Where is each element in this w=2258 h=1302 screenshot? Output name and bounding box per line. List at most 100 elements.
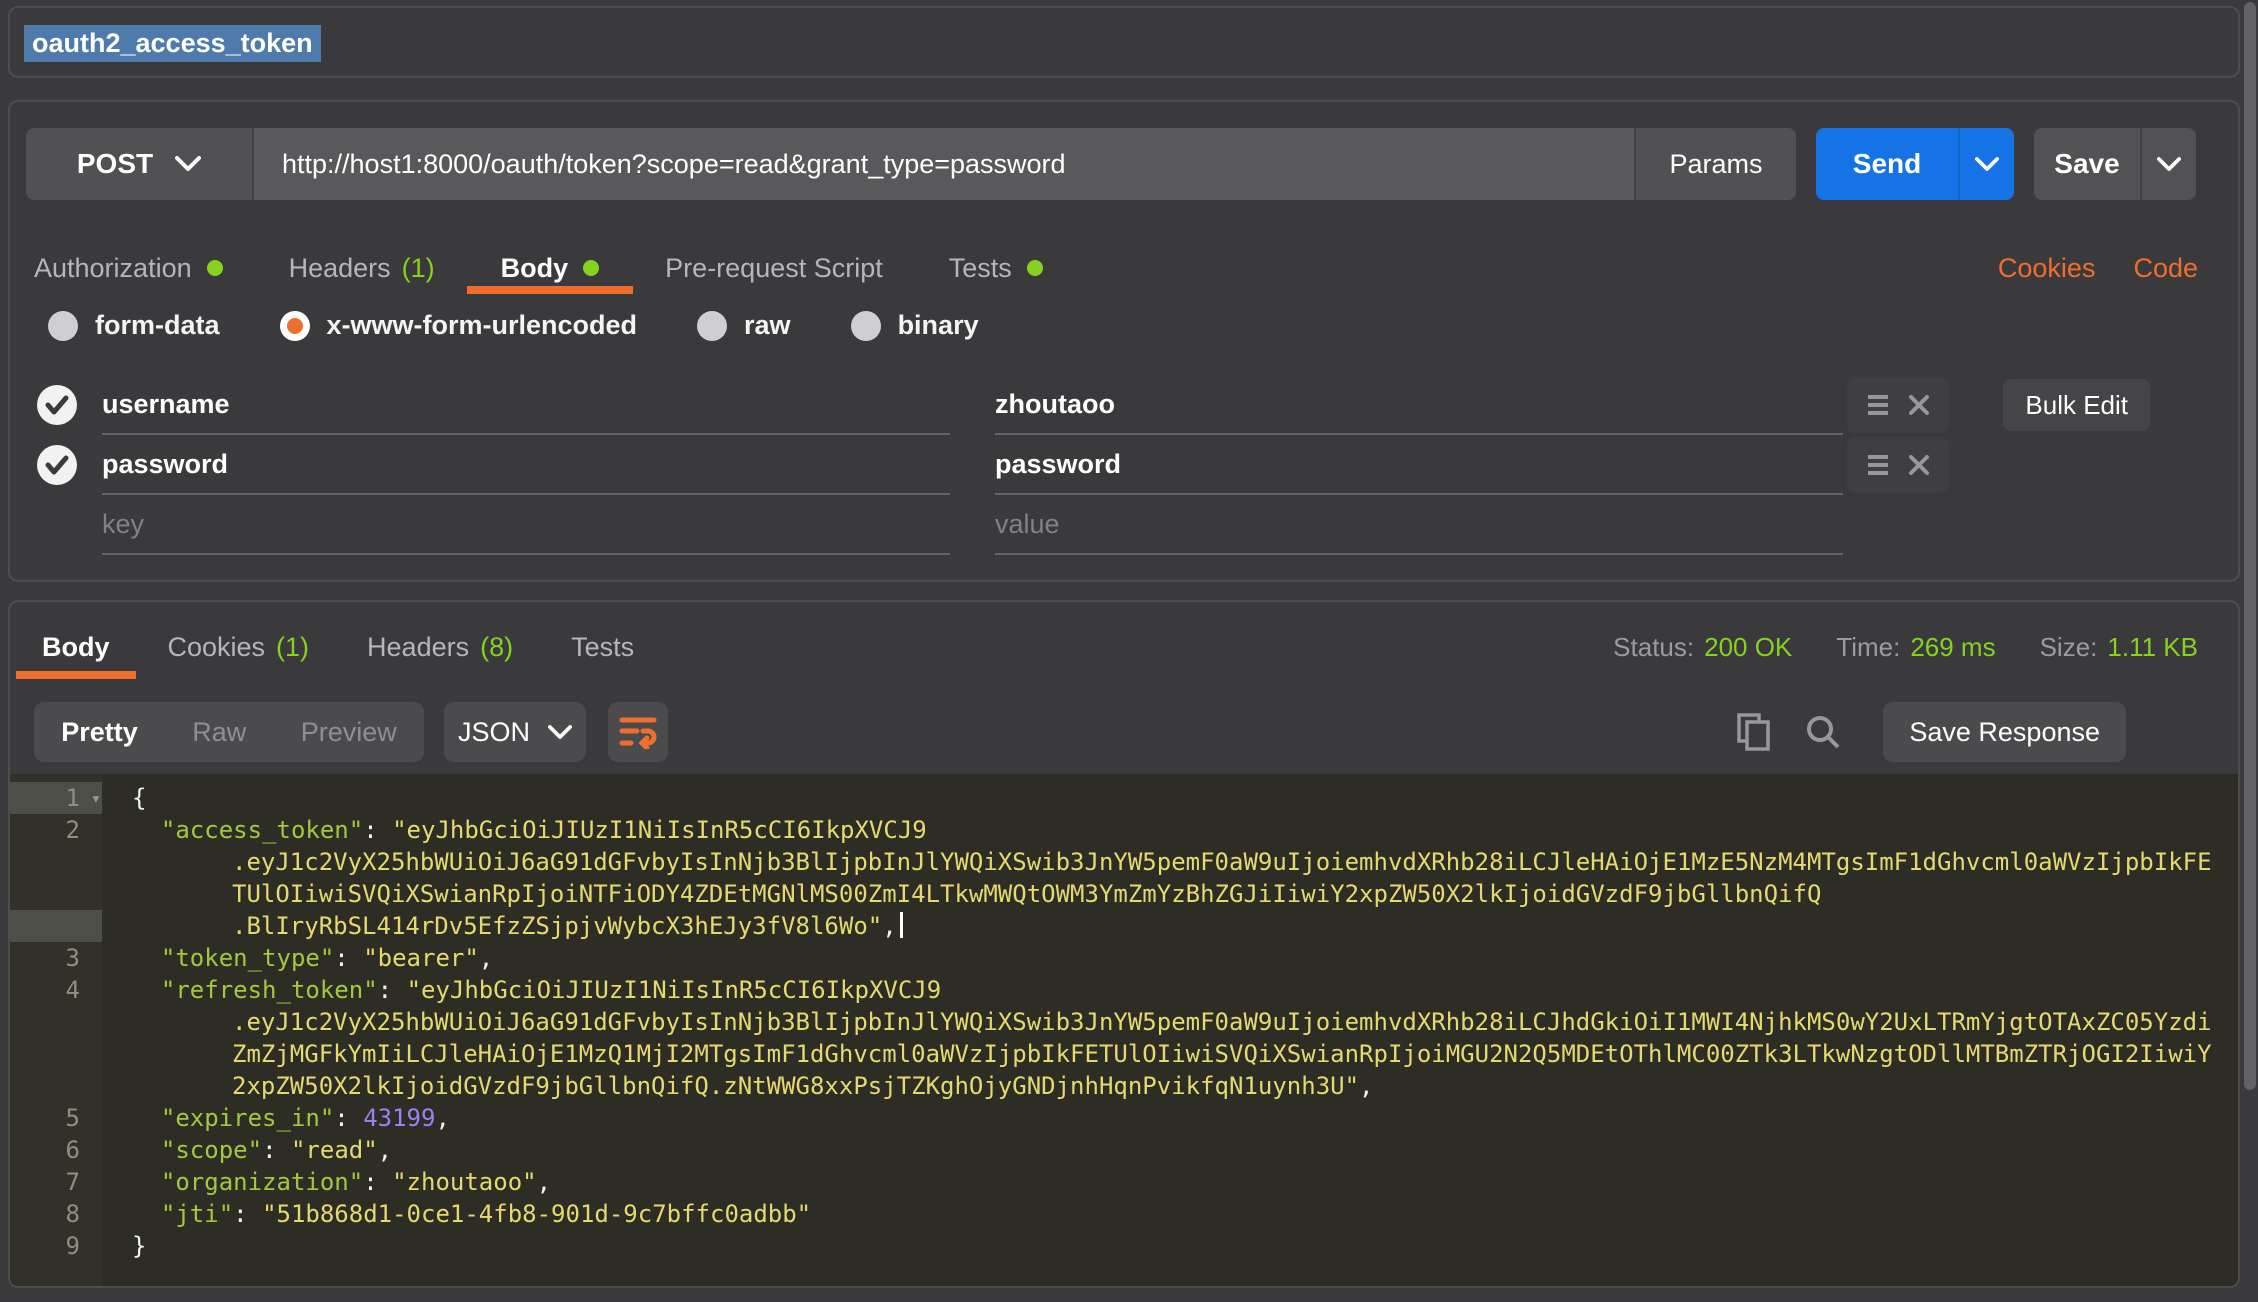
text-cursor — [900, 912, 903, 938]
request-name[interactable]: oauth2_access_token — [24, 25, 321, 62]
tab-pre-request-script[interactable]: Pre-request Script — [665, 240, 883, 296]
code-line: 5 "expires_in": 43199, — [10, 1102, 2238, 1134]
status-badge: Status: 200 OK — [1613, 632, 1792, 663]
wrap-lines-icon — [619, 715, 657, 749]
delete-row-icon[interactable] — [1908, 454, 1930, 476]
drag-handle-icon[interactable] — [1866, 454, 1890, 476]
view-pretty[interactable]: Pretty — [61, 717, 138, 748]
tab-authorization[interactable]: Authorization — [34, 240, 223, 296]
radio-icon — [48, 311, 78, 341]
code-line: 4 "refresh_token": "eyJhbGciOiJIUzI1NiIs… — [10, 974, 2238, 1006]
radio-selected-icon — [280, 311, 310, 341]
tab-headers[interactable]: Headers (1) — [289, 240, 435, 296]
chevron-down-icon — [2157, 157, 2181, 172]
params-button[interactable]: Params — [1634, 128, 1796, 200]
headers-count-badge: (8) — [480, 632, 513, 663]
response-tab-headers[interactable]: Headers (8) — [367, 619, 513, 675]
green-dot-icon — [207, 260, 223, 276]
send-label: Send — [1816, 128, 1958, 200]
code-line: 8 "jti": "51b868d1-0ce1-4fb8-901d-9c7bff… — [10, 1198, 2238, 1230]
code-line: 6 "scope": "read", — [10, 1134, 2238, 1166]
copy-icon[interactable] — [1737, 713, 1771, 751]
code-line-wrap: ZmZjMGFkYmIiLCJleHAiOjE1MzQ1MjI2MTgsImF1… — [10, 1038, 2238, 1070]
size-badge: Size: 1.11 KB — [2040, 632, 2198, 663]
headers-count-badge: (1) — [402, 253, 435, 284]
value-field[interactable]: password — [995, 435, 1843, 495]
scrollbar-thumb[interactable] — [2244, 2, 2256, 1090]
code-line: 1▾{ — [10, 782, 2238, 814]
delete-row-icon[interactable] — [1908, 394, 1930, 416]
response-tab-cookies[interactable]: Cookies (1) — [168, 619, 310, 675]
tab-body[interactable]: Body — [501, 240, 600, 296]
language-select[interactable]: JSON — [444, 702, 586, 762]
mode-binary[interactable]: binary — [851, 310, 979, 341]
code-lines: 1▾{2 "access_token": "eyJhbGciOiJIUzI1Ni… — [10, 782, 2238, 1262]
wrap-lines-button[interactable] — [608, 702, 668, 762]
form-row-username: username zhoutaoo — [10, 375, 2238, 435]
key-field[interactable]: password — [102, 435, 950, 495]
cookies-count-badge: (1) — [276, 632, 309, 663]
code-line-wrap: .BlIryRbSL414rDv5EfzZSjpjvWybcX3hEJy3fV8… — [10, 910, 2238, 942]
view-raw[interactable]: Raw — [192, 717, 246, 748]
row-actions — [1847, 377, 1949, 433]
corner-links: Cookies Code — [1998, 253, 2198, 284]
mode-form-data[interactable]: form-data — [48, 310, 220, 341]
code-line-wrap: TUlOIiwiSVQiXSwianRpIjoiNTFiODY4ZDEtMGNl… — [10, 878, 2238, 910]
save-label: Save — [2034, 128, 2140, 200]
save-dropdown-button[interactable] — [2140, 128, 2196, 200]
time-badge: Time: 269 ms — [1836, 632, 1995, 663]
send-button[interactable]: Send — [1816, 128, 2014, 200]
method-label: POST — [77, 148, 153, 180]
code-line-wrap: .eyJ1c2VyX25hbWUiOiJ6aG91dGFvbyIsInNjb3B… — [10, 1006, 2238, 1038]
url-input[interactable] — [254, 128, 1634, 200]
key-field[interactable]: key — [102, 495, 950, 555]
key-field[interactable]: username — [102, 375, 950, 435]
view-preview[interactable]: Preview — [301, 717, 397, 748]
check-icon — [45, 395, 69, 415]
value-field[interactable]: value — [995, 495, 1843, 555]
chevron-down-icon — [548, 725, 572, 740]
row-checkbox[interactable] — [37, 385, 77, 425]
drag-handle-icon[interactable] — [1866, 394, 1890, 416]
view-mode-group: Pretty Raw Preview — [34, 702, 424, 762]
request-builder-panel: POST Params Send Save Authorization Head… — [8, 100, 2240, 582]
code-line-wrap: 2xpZW50X2lkIjoidGVzdF9jbGllbnQifQ.zNtWWG… — [10, 1070, 2238, 1102]
form-row-password: password password — [10, 435, 2238, 495]
chevron-down-icon — [1975, 157, 1999, 172]
green-dot-icon — [1027, 260, 1043, 276]
green-dot-icon — [583, 260, 599, 276]
method-select[interactable]: POST — [26, 128, 254, 200]
request-title-panel: oauth2_access_token — [8, 6, 2240, 78]
fold-toggle-icon[interactable]: ▾ — [91, 783, 101, 815]
mode-x-www-form-urlencoded[interactable]: x-www-form-urlencoded — [280, 310, 638, 341]
check-icon — [45, 455, 69, 475]
send-dropdown-button[interactable] — [1958, 128, 2014, 200]
response-tabs: Body Cookies (1) Headers (8) Tests Statu… — [42, 618, 2198, 676]
response-tab-body[interactable]: Body — [42, 619, 110, 675]
tab-tests[interactable]: Tests — [949, 240, 1043, 296]
code-line: 7 "organization": "zhoutaoo", — [10, 1166, 2238, 1198]
code-line-wrap: .eyJ1c2VyX25hbWUiOiJ6aG91dGFvbyIsInNjb3B… — [10, 846, 2238, 878]
url-bar: POST Params — [26, 128, 1796, 200]
chevron-down-icon — [175, 156, 201, 172]
response-tab-tests[interactable]: Tests — [571, 619, 634, 675]
row-checkbox[interactable] — [37, 445, 77, 485]
save-button[interactable]: Save — [2034, 128, 2196, 200]
request-tabs: Authorization Headers (1) Body Pre-reque… — [34, 240, 2198, 296]
mode-raw[interactable]: raw — [697, 310, 791, 341]
bulk-edit-button[interactable]: Bulk Edit — [2003, 379, 2150, 431]
code-line: 3 "token_type": "bearer", — [10, 942, 2238, 974]
response-meta: Status: 200 OK Time: 269 ms Size: 1.11 K… — [1613, 632, 2198, 663]
save-response-button[interactable]: Save Response — [1883, 702, 2126, 762]
code-link[interactable]: Code — [2133, 253, 2198, 284]
row-actions — [1847, 437, 1949, 493]
code-line: 2 "access_token": "eyJhbGciOiJIUzI1NiIsI… — [10, 814, 2238, 846]
response-tools: Save Response — [1737, 702, 2126, 762]
value-field[interactable]: zhoutaoo — [995, 375, 1843, 435]
cookies-link[interactable]: Cookies — [1998, 253, 2096, 284]
response-panel: Body Cookies (1) Headers (8) Tests Statu… — [8, 600, 2240, 1288]
body-type-selector: form-data x-www-form-urlencoded raw bina… — [48, 310, 979, 341]
response-body-code[interactable]: 1▾{2 "access_token": "eyJhbGciOiJIUzI1Ni… — [10, 774, 2238, 1286]
response-toolbar: Pretty Raw Preview JSON — [26, 702, 2222, 762]
search-icon[interactable] — [1805, 714, 1841, 750]
